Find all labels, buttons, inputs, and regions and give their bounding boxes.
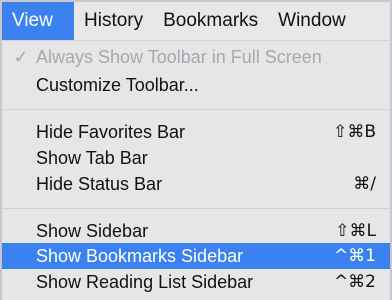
menu-item-label: Show Tab Bar [36,147,148,168]
menu-history[interactable]: History [74,2,153,40]
menu-history-label: History [84,10,144,31]
menu-bar: View History Bookmarks Window [2,2,390,41]
menu-item-hide-favorites-bar[interactable]: Hide Favorites Bar ⇧⌘B [2,119,390,145]
menu-separator [2,208,390,209]
menu-item-label: Show Reading List Sidebar [36,271,254,292]
menu-view[interactable]: View [2,2,74,40]
menu-window[interactable]: Window [268,2,356,40]
checkmark-icon: ✓ [13,46,29,67]
menu-bookmarks-label: Bookmarks [163,10,259,31]
menu-item-label: Always Show Toolbar in Full Screen [36,46,322,67]
menu-item-label: Hide Status Bar [36,173,163,194]
menu-view-label: View [12,10,53,31]
screen: View History Bookmarks Window ✓ Always S… [0,0,392,300]
menu-item-always-show-toolbar[interactable]: ✓ Always Show Toolbar in Full Screen [2,44,390,70]
menu-item-show-tab-bar[interactable]: Show Tab Bar [2,145,390,171]
menu-item-label: Show Sidebar [36,220,149,241]
menu-bookmarks[interactable]: Bookmarks [153,2,268,40]
keyboard-shortcut: ⌘/ [353,174,376,194]
menu-window-label: Window [278,10,346,31]
keyboard-shortcut: ⇧⌘L [335,221,376,241]
menu-item-label: Show Bookmarks Sidebar [36,245,244,266]
view-dropdown-menu: ✓ Always Show Toolbar in Full Screen Cus… [2,41,390,300]
menu-item-show-sidebar[interactable]: Show Sidebar ⇧⌘L [2,218,390,244]
menu-item-show-bookmarks-sidebar[interactable]: Show Bookmarks Sidebar ^⌘1 [2,243,390,269]
keyboard-shortcut: ^⌘2 [333,272,376,292]
menu-item-customize-toolbar[interactable]: Customize Toolbar... [2,72,390,98]
menu-item-hide-status-bar[interactable]: Hide Status Bar ⌘/ [2,171,390,197]
keyboard-shortcut: ⇧⌘B [333,122,376,142]
menu-item-label: Customize Toolbar... [36,74,199,95]
keyboard-shortcut: ^⌘1 [333,246,376,266]
menu-item-show-reading-list-sidebar[interactable]: Show Reading List Sidebar ^⌘2 [2,269,390,295]
menu-separator [2,109,390,110]
menu-item-label: Hide Favorites Bar [36,121,186,142]
